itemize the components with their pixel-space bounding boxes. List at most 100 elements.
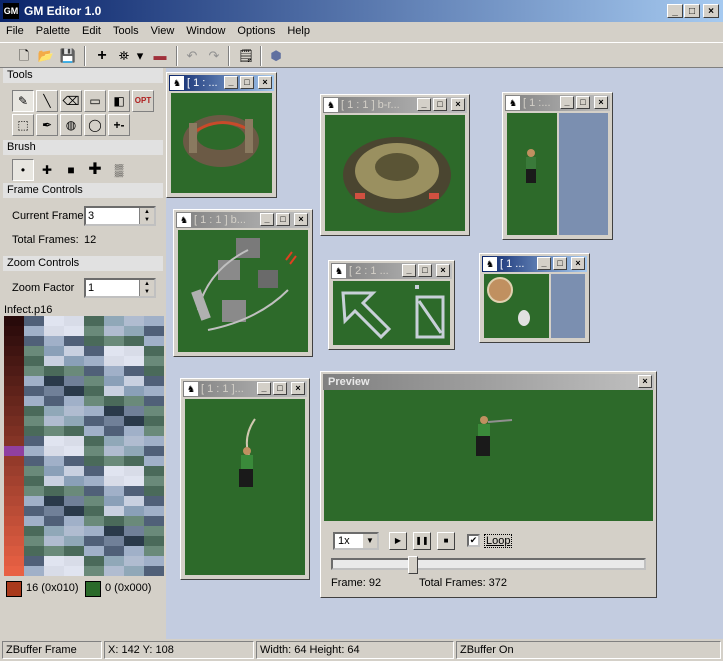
palette-cell[interactable] [64, 386, 84, 396]
palette-cell[interactable] [24, 526, 44, 536]
sprite-window-7-caption[interactable]: ♞ [ 1 : 1 ]... _ □ × [183, 381, 307, 397]
sprite-window-3[interactable]: ♞ [ 1 :... _ □ × [502, 92, 613, 240]
menu-window[interactable]: Window [180, 22, 231, 37]
palette-cell[interactable] [64, 516, 84, 526]
speed-value[interactable]: 1x [338, 535, 350, 547]
palette-cell[interactable] [4, 566, 24, 576]
palette-cell[interactable] [4, 536, 24, 546]
maximize-icon[interactable]: □ [433, 98, 447, 111]
offset-tool[interactable]: +- [108, 114, 130, 136]
sprite-window-1-caption[interactable]: ♞ [ 1 : ... _ □ × [169, 75, 274, 91]
palette-cell[interactable] [144, 526, 164, 536]
palette-cell[interactable] [124, 366, 144, 376]
palette-cell[interactable] [44, 516, 64, 526]
palette-cell[interactable] [144, 466, 164, 476]
palette-cell[interactable] [64, 476, 84, 486]
palette-cell[interactable] [4, 556, 24, 566]
eyedropper-tool[interactable]: ✒ [36, 114, 58, 136]
palette-cell[interactable] [4, 496, 24, 506]
palette-cell[interactable] [24, 556, 44, 566]
palette-cell[interactable] [124, 346, 144, 356]
palette-cell[interactable] [24, 356, 44, 366]
close-icon[interactable]: × [451, 98, 465, 111]
palette-cell[interactable] [4, 426, 24, 436]
palette-cell[interactable] [4, 456, 24, 466]
palette-cell[interactable] [104, 396, 124, 406]
maximize-icon[interactable]: □ [553, 257, 567, 270]
palette-cell[interactable] [44, 346, 64, 356]
palette-cell[interactable] [144, 386, 164, 396]
palette-cell[interactable] [64, 376, 84, 386]
palette-cell[interactable] [104, 556, 124, 566]
line-tool[interactable]: ╲ [36, 90, 58, 112]
minimize-button[interactable]: _ [667, 4, 683, 18]
minimize-icon[interactable]: _ [537, 257, 551, 270]
sprite-window-5[interactable]: ♞ [ 2 : 1 ... _ □ × [328, 260, 455, 350]
palette-cell[interactable] [144, 446, 164, 456]
palette-cell[interactable] [104, 336, 124, 346]
palette-cell[interactable] [84, 466, 104, 476]
palette-cell[interactable] [64, 436, 84, 446]
palette-cell[interactable] [144, 336, 164, 346]
palette-cell[interactable] [44, 506, 64, 516]
palette-cell[interactable] [104, 386, 124, 396]
palette-cell[interactable] [44, 396, 64, 406]
palette-cell[interactable] [104, 456, 124, 466]
palette-cell[interactable] [44, 406, 64, 416]
palette-cell[interactable] [84, 516, 104, 526]
palette-cell[interactable] [84, 396, 104, 406]
close-icon[interactable]: × [638, 375, 652, 388]
palette-cell[interactable] [104, 436, 124, 446]
palette-cell[interactable] [44, 456, 64, 466]
palette-cell[interactable] [144, 436, 164, 446]
palette-cell[interactable] [124, 536, 144, 546]
minimize-icon[interactable]: _ [560, 96, 574, 109]
palette-cell[interactable] [64, 416, 84, 426]
palette-cell[interactable] [24, 396, 44, 406]
palette-cell[interactable] [4, 326, 24, 336]
palette-cell[interactable] [104, 466, 124, 476]
palette-cell[interactable] [4, 476, 24, 486]
palette-cell[interactable] [64, 336, 84, 346]
palette-cell[interactable] [144, 516, 164, 526]
speed-select[interactable]: 1x ▼ [333, 532, 379, 550]
palette-cell[interactable] [144, 416, 164, 426]
palette-cell[interactable] [104, 376, 124, 386]
palette-cell[interactable] [4, 516, 24, 526]
current-frame-spinner[interactable]: 3 ▲ ▼ [84, 206, 156, 226]
palette-cell[interactable] [64, 526, 84, 536]
maximize-icon[interactable]: □ [418, 264, 432, 277]
palette-cell[interactable] [104, 356, 124, 366]
palette-cell[interactable] [24, 506, 44, 516]
palette-cell[interactable] [44, 446, 64, 456]
palette-cell[interactable] [64, 556, 84, 566]
close-icon[interactable]: × [436, 264, 450, 277]
pause-button[interactable]: ❚❚ [413, 532, 431, 550]
palette-cell[interactable] [124, 496, 144, 506]
maximize-button[interactable]: □ [684, 4, 700, 18]
pencil-tool[interactable]: ✎ [12, 90, 34, 112]
options-tool[interactable]: OPT [132, 90, 154, 112]
preview-canvas[interactable] [324, 390, 653, 521]
palette-cell[interactable] [24, 466, 44, 476]
palette-cell[interactable] [4, 486, 24, 496]
frame-slider-track[interactable] [331, 556, 646, 574]
palette-cell[interactable] [84, 456, 104, 466]
palette-cell[interactable] [104, 526, 124, 536]
palette-cell[interactable] [84, 476, 104, 486]
brush-size-4[interactable]: ✚ [84, 159, 106, 181]
palette-cell[interactable] [44, 426, 64, 436]
sprite-canvas[interactable] [185, 399, 305, 575]
palette-cell[interactable] [24, 546, 44, 556]
fill-rectangle-tool[interactable]: ◧ [108, 90, 130, 112]
palette-cell[interactable] [124, 486, 144, 496]
close-icon[interactable]: × [294, 213, 308, 226]
palette-cell[interactable] [124, 376, 144, 386]
close-icon[interactable]: × [291, 382, 305, 395]
menu-file[interactable]: File [0, 22, 30, 37]
save-icon[interactable]: 💾 [58, 46, 78, 66]
palette-cell[interactable] [84, 376, 104, 386]
palette-cell[interactable] [104, 316, 124, 326]
palette-cell[interactable] [24, 416, 44, 426]
palette-cell[interactable] [64, 456, 84, 466]
